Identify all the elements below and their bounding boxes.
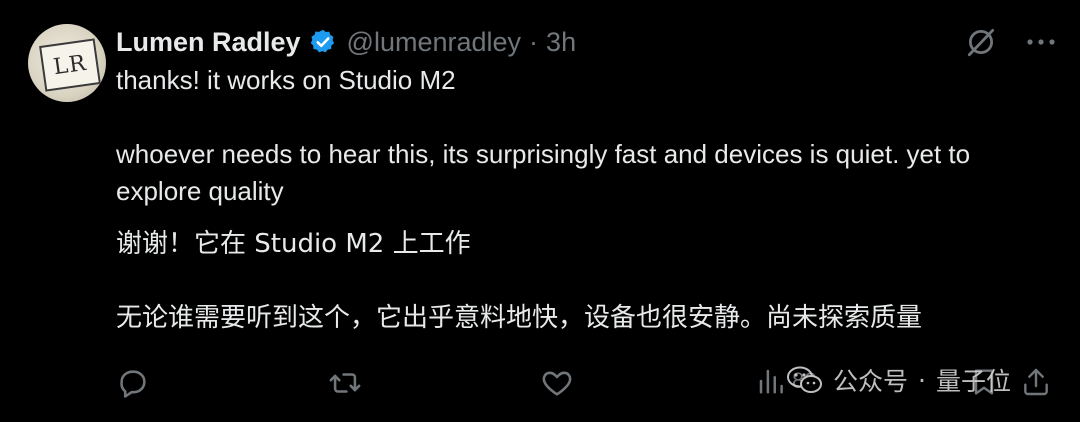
verified-badge-icon bbox=[309, 28, 337, 56]
reply-icon bbox=[120, 370, 146, 398]
author-name[interactable]: Lumen Radley bbox=[116, 27, 301, 58]
post-timestamp[interactable]: 3h bbox=[546, 27, 576, 58]
post: LR Lumen Radley @lumenradley · 3h thanks… bbox=[0, 0, 1080, 422]
post-header: Lumen Radley @lumenradley · 3h bbox=[116, 24, 576, 60]
wechat-icon bbox=[787, 366, 822, 393]
reply-button[interactable] bbox=[116, 366, 150, 400]
post-text-en-2: whoever needs to hear this, its surprisi… bbox=[116, 139, 971, 206]
post-text-zh-1: 谢谢！它在 Studio M2 上工作 bbox=[116, 229, 471, 259]
author-handle[interactable]: @lumenradley bbox=[347, 27, 522, 58]
repost-icon bbox=[329, 373, 361, 393]
post-text-en-1: thanks! it works on Studio M2 bbox=[116, 65, 456, 95]
top-actions bbox=[964, 24, 1056, 60]
post-text-zh-2: 无论谁需要听到这个，它出乎意料地快，设备也很安静。尚未探索质量 bbox=[116, 303, 923, 333]
more-icon[interactable] bbox=[1026, 37, 1056, 47]
separator-dot: · bbox=[529, 26, 539, 57]
avatar-monogram: LR bbox=[39, 38, 101, 92]
avatar[interactable]: LR bbox=[28, 24, 106, 102]
views-icon bbox=[759, 369, 783, 394]
watermark-label: 公众号 bbox=[833, 367, 909, 396]
share-icon bbox=[1024, 368, 1048, 396]
repost-button[interactable] bbox=[328, 366, 362, 400]
post-body: thanks! it works on Studio M2 whoever ne… bbox=[116, 62, 1046, 337]
watermark-name: 量子位 bbox=[935, 367, 1011, 396]
like-button[interactable] bbox=[540, 366, 574, 400]
grok-icon[interactable] bbox=[964, 25, 998, 59]
heart-icon bbox=[542, 371, 572, 396]
share-button[interactable] bbox=[1020, 366, 1052, 398]
watermark-separator: · bbox=[918, 365, 926, 395]
watermark: 公众号 · 量子位 bbox=[785, 360, 1011, 400]
